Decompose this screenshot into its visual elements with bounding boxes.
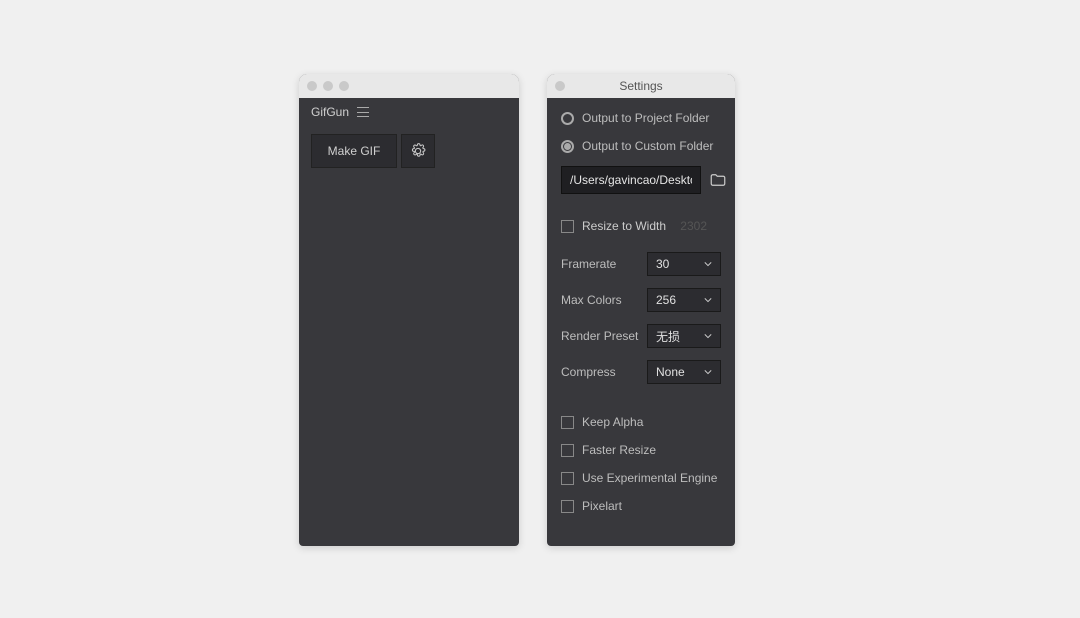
output-project-radio[interactable]: Output to Project Folder: [561, 108, 721, 128]
render-preset-value: 无损: [656, 328, 680, 345]
chevron-down-icon: [704, 332, 712, 340]
faster-resize-row[interactable]: Faster Resize: [561, 440, 721, 460]
chevron-down-icon: [704, 296, 712, 304]
settings-window: Settings Output to Project Folder Output…: [547, 74, 735, 546]
radio-icon: [561, 112, 574, 125]
faster-resize-checkbox[interactable]: [561, 444, 574, 457]
traffic-lights[interactable]: [555, 81, 597, 91]
render-preset-select[interactable]: 无损: [647, 324, 721, 348]
resize-width-row: Resize to Width 2302: [561, 214, 721, 238]
output-custom-label: Output to Custom Folder: [582, 139, 713, 153]
panel-title: GifGun: [311, 105, 349, 119]
make-gif-button[interactable]: Make GIF: [311, 134, 397, 168]
close-icon[interactable]: [307, 81, 317, 91]
traffic-lights[interactable]: [307, 81, 349, 91]
compress-label: Compress: [561, 365, 639, 379]
make-gif-label: Make GIF: [328, 144, 381, 158]
compress-select[interactable]: None: [647, 360, 721, 384]
minimize-icon[interactable]: [323, 81, 333, 91]
resize-value[interactable]: 2302: [680, 219, 721, 233]
maxcolors-value: 256: [656, 293, 676, 307]
keep-alpha-label: Keep Alpha: [582, 415, 643, 429]
settings-body: Output to Project Folder Output to Custo…: [547, 98, 735, 546]
settings-button[interactable]: [401, 134, 435, 168]
resize-label: Resize to Width: [582, 219, 666, 233]
pixelart-checkbox[interactable]: [561, 500, 574, 513]
framerate-label: Framerate: [561, 257, 639, 271]
folder-icon: [709, 171, 727, 189]
close-icon[interactable]: [555, 81, 565, 91]
framerate-value: 30: [656, 257, 669, 271]
compress-value: None: [656, 365, 685, 379]
exp-engine-checkbox[interactable]: [561, 472, 574, 485]
maxcolors-select[interactable]: 256: [647, 288, 721, 312]
chevron-down-icon: [704, 260, 712, 268]
framerate-select[interactable]: 30: [647, 252, 721, 276]
keep-alpha-checkbox[interactable]: [561, 416, 574, 429]
panel-menu-icon[interactable]: [357, 107, 369, 117]
titlebar: [299, 74, 519, 98]
save-video-label: Save Video Copy: [582, 545, 675, 546]
chevron-down-icon: [704, 368, 712, 376]
pixelart-label: Pixelart: [582, 499, 622, 513]
gifgun-main-window: GifGun Make GIF: [299, 74, 519, 546]
settings-titlebar: Settings: [547, 74, 735, 98]
save-video-row[interactable]: Save Video Copy: [561, 542, 721, 546]
exp-engine-row[interactable]: Use Experimental Engine: [561, 468, 721, 488]
pixelart-row[interactable]: Pixelart: [561, 496, 721, 516]
keep-alpha-row[interactable]: Keep Alpha: [561, 412, 721, 432]
radio-icon: [561, 140, 574, 153]
output-path-input[interactable]: [561, 166, 701, 194]
save-video-checkbox[interactable]: [561, 546, 574, 547]
resize-checkbox[interactable]: [561, 220, 574, 233]
output-custom-radio[interactable]: Output to Custom Folder: [561, 136, 721, 156]
output-project-label: Output to Project Folder: [582, 111, 709, 125]
browse-folder-button[interactable]: [709, 170, 727, 190]
render-preset-label: Render Preset: [561, 329, 639, 343]
maximize-icon[interactable]: [339, 81, 349, 91]
faster-resize-label: Faster Resize: [582, 443, 656, 457]
panel-header: GifGun: [299, 98, 519, 126]
gear-icon: [410, 143, 426, 159]
exp-engine-label: Use Experimental Engine: [582, 471, 717, 485]
panel-body: Make GIF: [299, 126, 519, 180]
maxcolors-label: Max Colors: [561, 293, 639, 307]
